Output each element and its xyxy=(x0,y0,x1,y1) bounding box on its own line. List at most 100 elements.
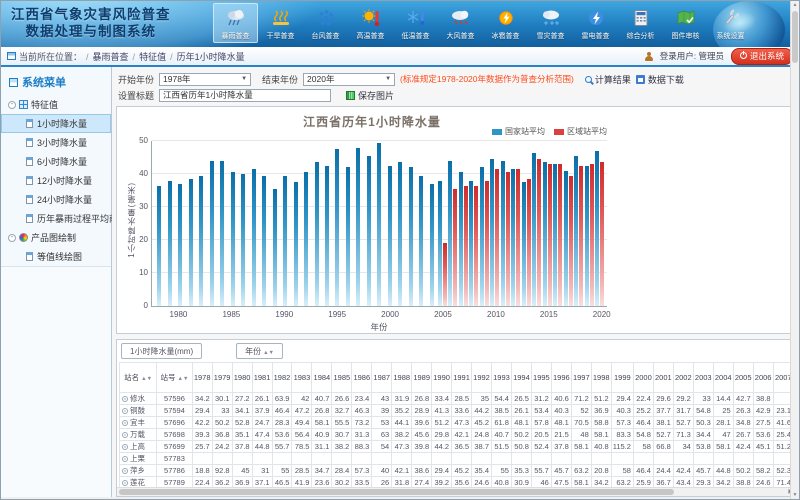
toolbar-low-temp-census[interactable]: 低温普查 xyxy=(393,3,438,43)
station-id-header[interactable]: 站号▲▼ xyxy=(157,363,192,393)
year-column-header[interactable]: 1998 xyxy=(591,363,611,393)
value-cell: 32.7 xyxy=(332,405,352,417)
value-cell xyxy=(432,453,452,465)
value-cell: 57.8 xyxy=(531,417,551,429)
year-column-header[interactable]: 1980 xyxy=(232,363,252,393)
year-column-header[interactable]: 1987 xyxy=(372,363,392,393)
year-column-header[interactable]: 1994 xyxy=(511,363,531,393)
row-expand-icon[interactable] xyxy=(122,432,128,438)
toolbar-high-temp-census[interactable]: 高温普查 xyxy=(348,3,393,43)
row-expand-icon[interactable] xyxy=(122,480,128,486)
year-column-header[interactable]: 2003 xyxy=(693,363,713,393)
value-cell: 28.5 xyxy=(292,465,312,477)
year-column-header[interactable]: 1999 xyxy=(611,363,633,393)
tree-item-3小时降水量[interactable]: 3小时降水量 xyxy=(1,133,111,152)
calculate-button[interactable]: 计算结果 xyxy=(585,73,631,86)
value-cell: 43 xyxy=(372,393,392,405)
tree-item-6小时降水量[interactable]: 6小时降水量 xyxy=(1,152,111,171)
station-name-header[interactable]: 站名▲▼ xyxy=(120,363,157,393)
vertical-scrollbar[interactable]: ▲ ▼ xyxy=(790,1,799,499)
breadcrumb-item[interactable]: 暴雨普查 xyxy=(93,52,129,62)
year-column-header[interactable]: 1979 xyxy=(212,363,232,393)
station-name-cell[interactable]: 上高 xyxy=(120,441,157,453)
logout-button[interactable]: 退出系统 xyxy=(731,48,793,65)
toolbar-drought-census[interactable]: 干旱普查 xyxy=(258,3,303,43)
year-column-header[interactable]: 1995 xyxy=(531,363,551,393)
year-column-header[interactable]: 1996 xyxy=(551,363,571,393)
value-cell: 20.5 xyxy=(531,429,551,441)
toolbar-hail-census[interactable]: 冰雹普查 xyxy=(483,3,528,43)
image-icon xyxy=(346,91,355,100)
year-column-header[interactable]: 1993 xyxy=(492,363,512,393)
row-expand-icon[interactable] xyxy=(122,396,128,402)
toolbar-rainstorm-census[interactable]: 暴雨普查 xyxy=(213,3,258,43)
year-column-header[interactable]: 1983 xyxy=(292,363,312,393)
expander-icon[interactable]: - xyxy=(8,101,16,109)
station-name-cell[interactable]: 修水 xyxy=(120,393,157,405)
value-cell: 37.7 xyxy=(653,405,673,417)
year-column-header[interactable]: 2005 xyxy=(733,363,753,393)
toolbar-typhoon-census[interactable]: 台风普查 xyxy=(303,3,348,43)
toolbar-snow-census[interactable]: 雪灾普查 xyxy=(528,3,573,43)
breadcrumb-item[interactable]: 历年1小时降水量 xyxy=(177,52,245,62)
tree-item-等值线绘图[interactable]: 等值线绘图 xyxy=(1,247,111,266)
toolbar-comprehensive-analysis[interactable]: 综合分析 xyxy=(618,3,663,43)
tree-item-24小时降水量[interactable]: 24小时降水量 xyxy=(1,190,111,209)
tree-item-历年暴雨过程平均雨量[interactable]: 历年暴雨过程平均雨量 xyxy=(1,209,111,228)
tree-item-特征值[interactable]: -特征值 xyxy=(1,95,111,114)
expander-icon[interactable]: - xyxy=(8,234,16,242)
station-name-cell[interactable]: 宜丰 xyxy=(120,417,157,429)
tree-item-产品图绘制[interactable]: -产品图绘制 xyxy=(1,228,111,247)
scrollbar-thumb[interactable] xyxy=(792,11,798,63)
year-column-header[interactable]: 1989 xyxy=(412,363,432,393)
end-year-select[interactable]: 2020年▼ xyxy=(303,73,395,86)
year-column-header[interactable]: 1992 xyxy=(472,363,492,393)
scrollbar-thumb[interactable] xyxy=(119,489,674,495)
tree-item-1小时降水量[interactable]: 1小时降水量 xyxy=(1,114,111,133)
year-column-header[interactable]: 1982 xyxy=(272,363,292,393)
year-column-header[interactable]: 2001 xyxy=(653,363,673,393)
year-column-header[interactable]: 1991 xyxy=(452,363,472,393)
station-name-cell[interactable]: 萍乡 xyxy=(120,465,157,477)
breadcrumb-item[interactable]: 特征值 xyxy=(139,52,166,62)
year-column-header[interactable]: 1988 xyxy=(392,363,412,393)
location-icon xyxy=(7,52,16,60)
snow-cloud-icon xyxy=(538,6,564,30)
value-cell xyxy=(192,453,212,465)
toolbar-gale-census[interactable]: 大风普查 xyxy=(438,3,483,43)
toolbar-map-review[interactable]: 图件审核 xyxy=(663,3,708,43)
station-id-cell: 57783 xyxy=(157,453,192,465)
chart-title-input[interactable] xyxy=(159,89,331,102)
row-expand-icon[interactable] xyxy=(122,468,128,474)
toolbar-system-settings[interactable]: 系统设置 xyxy=(708,3,753,43)
toolbar-lightning-census[interactable]: 雷电普查 xyxy=(573,3,618,43)
row-expand-icon[interactable] xyxy=(122,456,128,462)
station-name-cell[interactable]: 上栗 xyxy=(120,453,157,465)
year-column-header[interactable]: 1990 xyxy=(432,363,452,393)
row-expand-icon[interactable] xyxy=(122,408,128,414)
year-column-header[interactable]: 2002 xyxy=(673,363,693,393)
year-column-header[interactable]: 1986 xyxy=(352,363,372,393)
download-button[interactable]: 数据下载 xyxy=(636,73,684,86)
station-name-cell[interactable]: 万载 xyxy=(120,429,157,441)
station-name-cell[interactable]: 铜鼓 xyxy=(120,405,157,417)
year-column-header[interactable]: 1997 xyxy=(571,363,591,393)
scroll-up-arrow[interactable]: ▲ xyxy=(791,2,799,8)
year-group-header[interactable]: 年份▲▼ xyxy=(236,343,283,359)
year-column-header[interactable]: 1984 xyxy=(312,363,332,393)
year-column-header[interactable]: 2000 xyxy=(633,363,653,393)
tree-item-12小时降水量[interactable]: 12小时降水量 xyxy=(1,171,111,190)
year-column-header[interactable]: 1978 xyxy=(192,363,212,393)
year-column-header[interactable]: 2006 xyxy=(753,363,773,393)
start-year-select[interactable]: 1978年▼ xyxy=(159,73,251,86)
year-column-header[interactable]: 2004 xyxy=(713,363,733,393)
row-expand-icon[interactable] xyxy=(122,444,128,450)
unit-filter-box[interactable]: 1小时降水量(mm) xyxy=(121,343,202,359)
year-column-header[interactable]: 1981 xyxy=(252,363,272,393)
row-expand-icon[interactable] xyxy=(122,420,128,426)
value-cell: 92.8 xyxy=(212,465,232,477)
save-image-button[interactable]: 保存图片 xyxy=(346,89,394,102)
horizontal-scrollbar[interactable]: ▶ xyxy=(117,487,794,496)
scroll-down-arrow[interactable]: ▼ xyxy=(791,492,799,498)
year-column-header[interactable]: 1985 xyxy=(332,363,352,393)
